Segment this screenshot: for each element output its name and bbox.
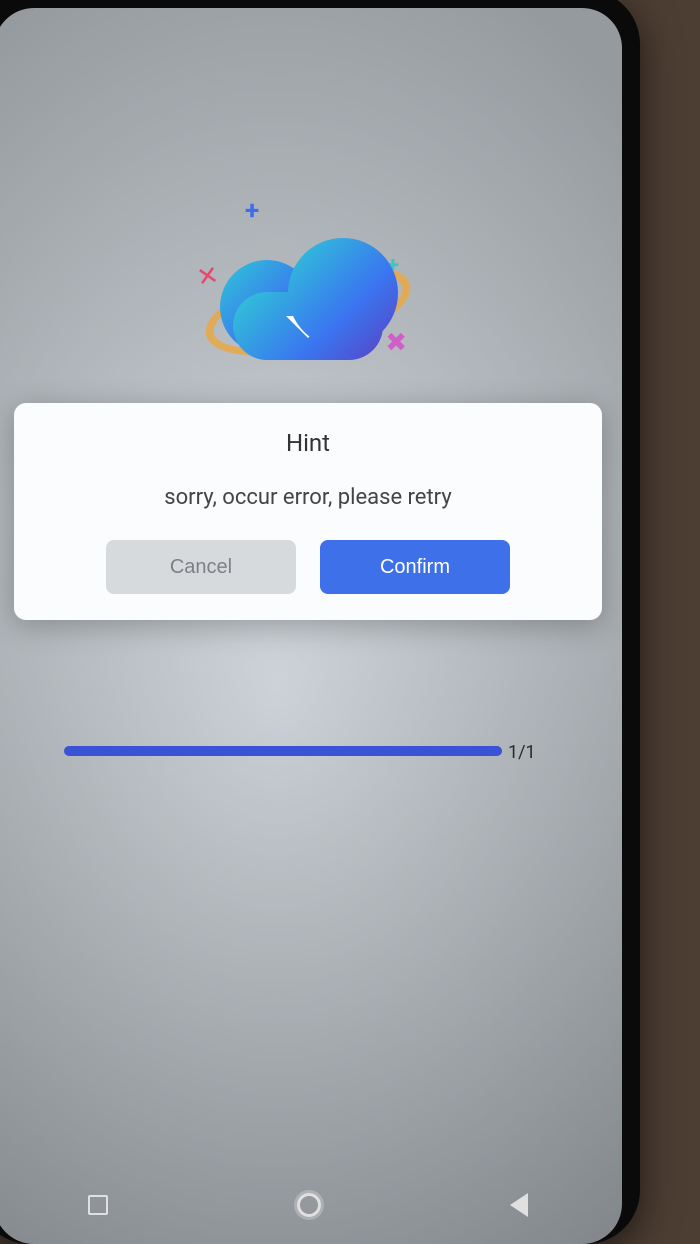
decorative-x-icon: ✖ — [385, 328, 407, 358]
orbit-ring-icon — [197, 247, 420, 373]
app-logo: + ✕ + ✖ — [183, 178, 433, 398]
decorative-plus-icon: + — [387, 253, 399, 278]
cloud-download-icon — [228, 244, 388, 354]
decorative-x-icon: ✕ — [195, 260, 222, 293]
decorative-plus-icon: + — [245, 196, 259, 226]
home-icon[interactable] — [297, 1193, 321, 1217]
progress-label: 1/1 — [508, 742, 536, 763]
progress-fill — [64, 746, 502, 756]
download-progress-bar: 1/1 — [64, 746, 502, 756]
cancel-button[interactable]: Cancel — [106, 540, 296, 594]
android-nav-bar — [0, 1178, 622, 1232]
dialog-actions: Cancel Confirm — [38, 540, 578, 594]
recent-apps-icon[interactable] — [88, 1195, 108, 1215]
dialog-title: Hint — [38, 429, 578, 457]
dialog-message: sorry, occur error, please retry — [38, 485, 578, 510]
confirm-button[interactable]: Confirm — [320, 540, 510, 594]
hint-dialog: Hint sorry, occur error, please retry Ca… — [14, 403, 602, 620]
back-icon[interactable] — [510, 1193, 528, 1217]
arrow-down-icon — [297, 278, 319, 320]
app-home-screen: + ✕ + ✖ Hint sorry, occur error, please … — [0, 8, 622, 1244]
